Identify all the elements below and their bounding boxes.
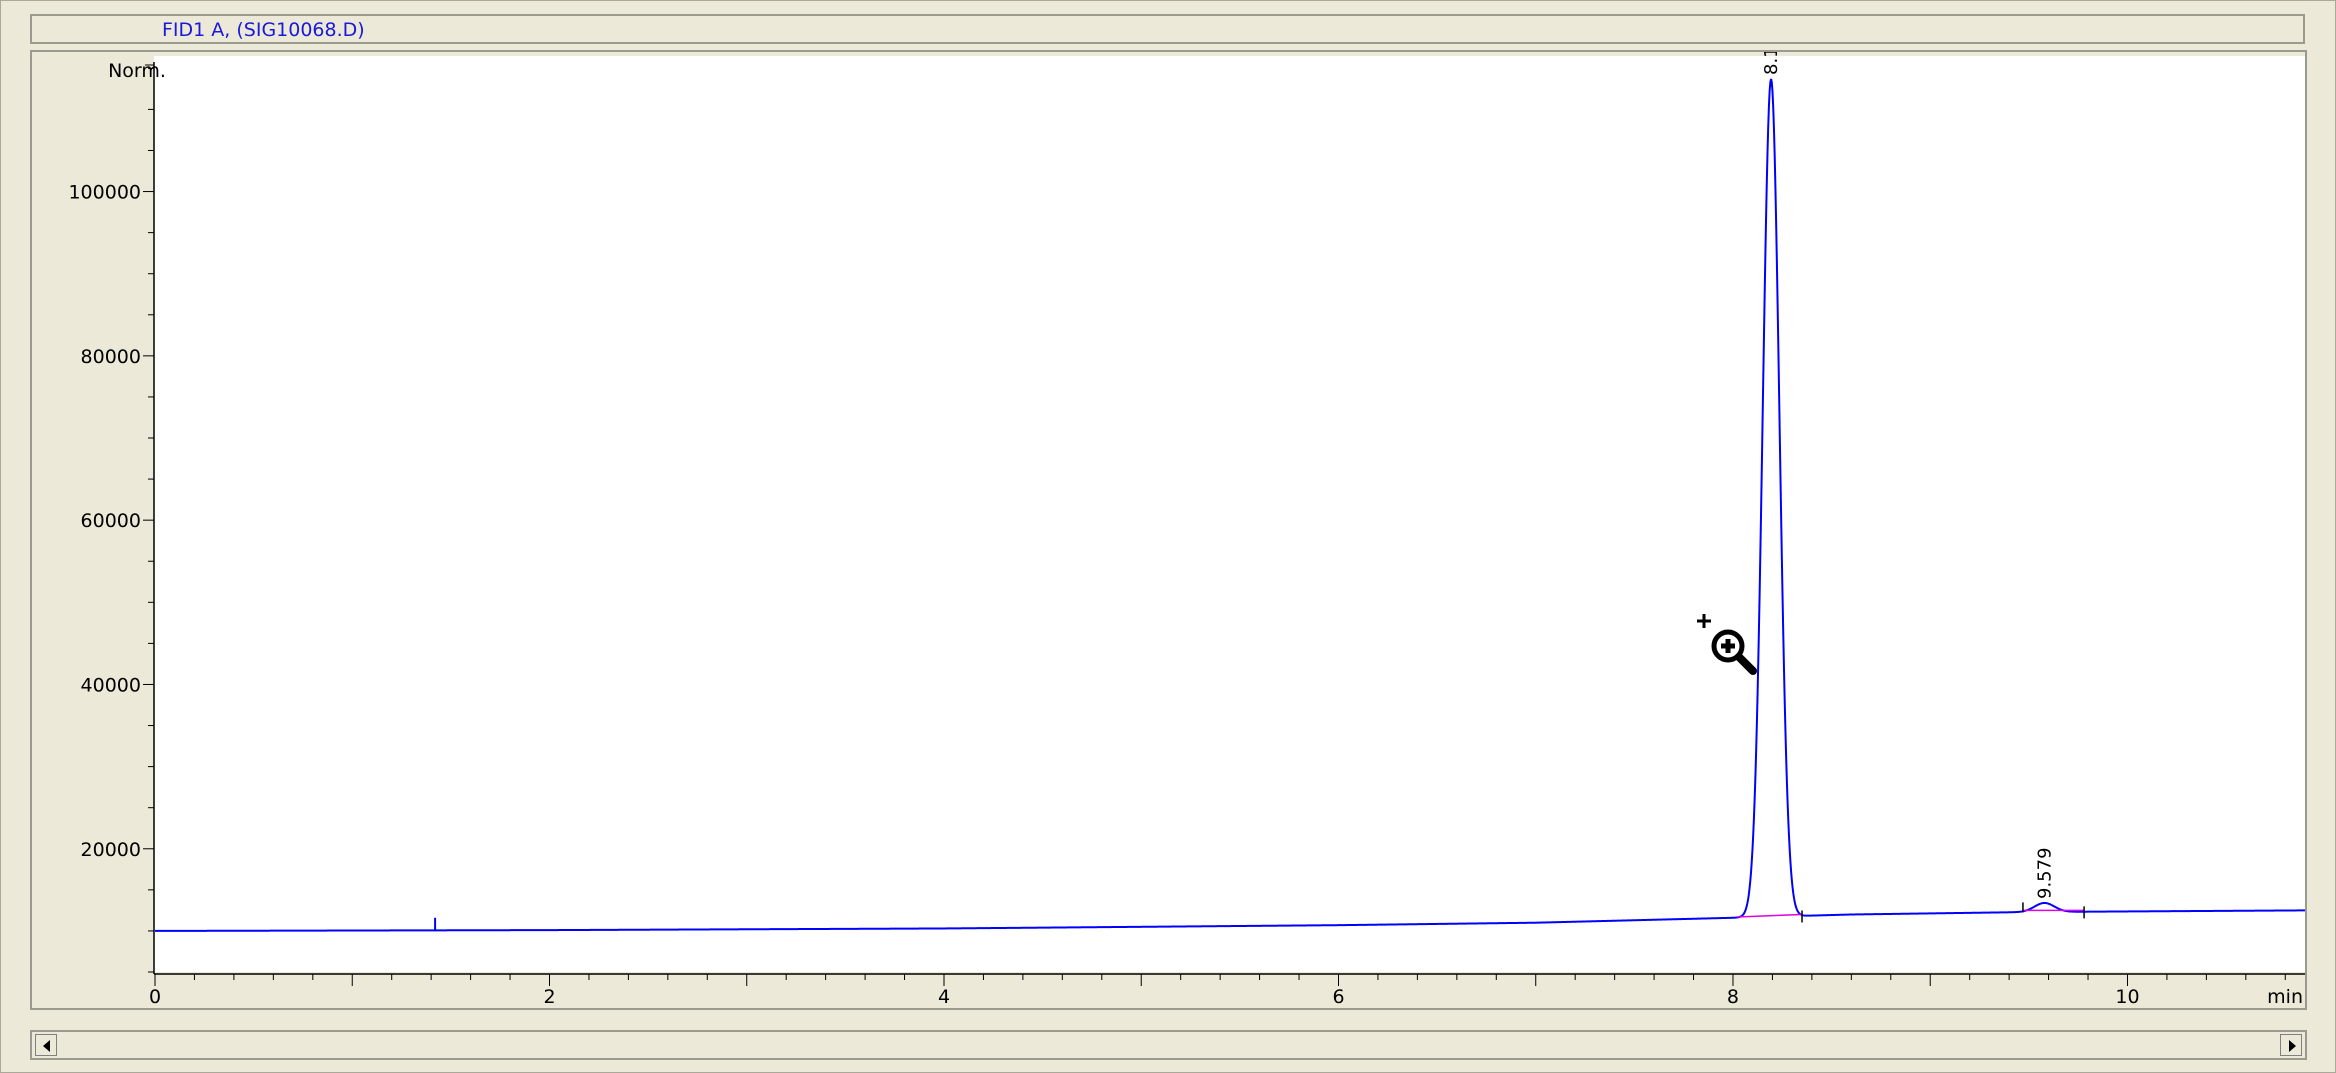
x-axis-unit-label: min [2267, 986, 2303, 1008]
x-tick-label: 0 [149, 986, 161, 1008]
scroll-left-button[interactable] [35, 1034, 57, 1056]
x-tick-label: 6 [1332, 986, 1344, 1008]
y-tick-label: 40000 [81, 674, 141, 696]
signal-title: FID1 A, (SIG10068.D) [162, 19, 365, 41]
scroll-right-button[interactable] [2280, 1034, 2302, 1056]
peak-label: 9.579 [2034, 847, 2055, 899]
horizontal-scrollbar[interactable] [30, 1030, 2307, 1060]
x-tick-label: 4 [938, 986, 950, 1008]
y-tick-label: 60000 [81, 510, 141, 532]
scroll-track[interactable] [60, 1034, 2277, 1056]
y-axis-unit-label: Norm. [108, 60, 166, 82]
chromatogram-window: FID1 A, (SIG10068.D) Norm. 20000 40000 6000… [0, 0, 2336, 1073]
plot-area[interactable] [154, 56, 2305, 972]
y-tick-label: 80000 [81, 346, 141, 368]
scroll-left-icon [43, 1040, 50, 1052]
y-tick-label: 20000 [81, 839, 141, 861]
scroll-right-icon [2289, 1040, 2296, 1052]
signal-header: FID1 A, (SIG10068.D) [30, 14, 2305, 44]
x-tick-label: 8 [1727, 986, 1739, 1008]
x-axis: 0 2 4 6 8 10 min [149, 973, 2305, 1008]
y-axis: Norm. 20000 40000 60000 80000 100000 [68, 60, 166, 974]
chart-svg[interactable]: Norm. 20000 40000 60000 80000 100000 0 2 4 6 8 10 m… [32, 52, 2305, 1008]
peak-label: 8.193 [1761, 52, 1782, 75]
chromatogram-plot[interactable]: Norm. 20000 40000 60000 80000 100000 0 2 4 6 8 10 m… [30, 50, 2307, 1010]
zoom-in-cursor-icon [1697, 614, 1757, 675]
x-tick-label: 10 [2115, 986, 2139, 1008]
y-tick-label: 100000 [68, 182, 141, 204]
x-tick-label: 2 [543, 986, 555, 1008]
